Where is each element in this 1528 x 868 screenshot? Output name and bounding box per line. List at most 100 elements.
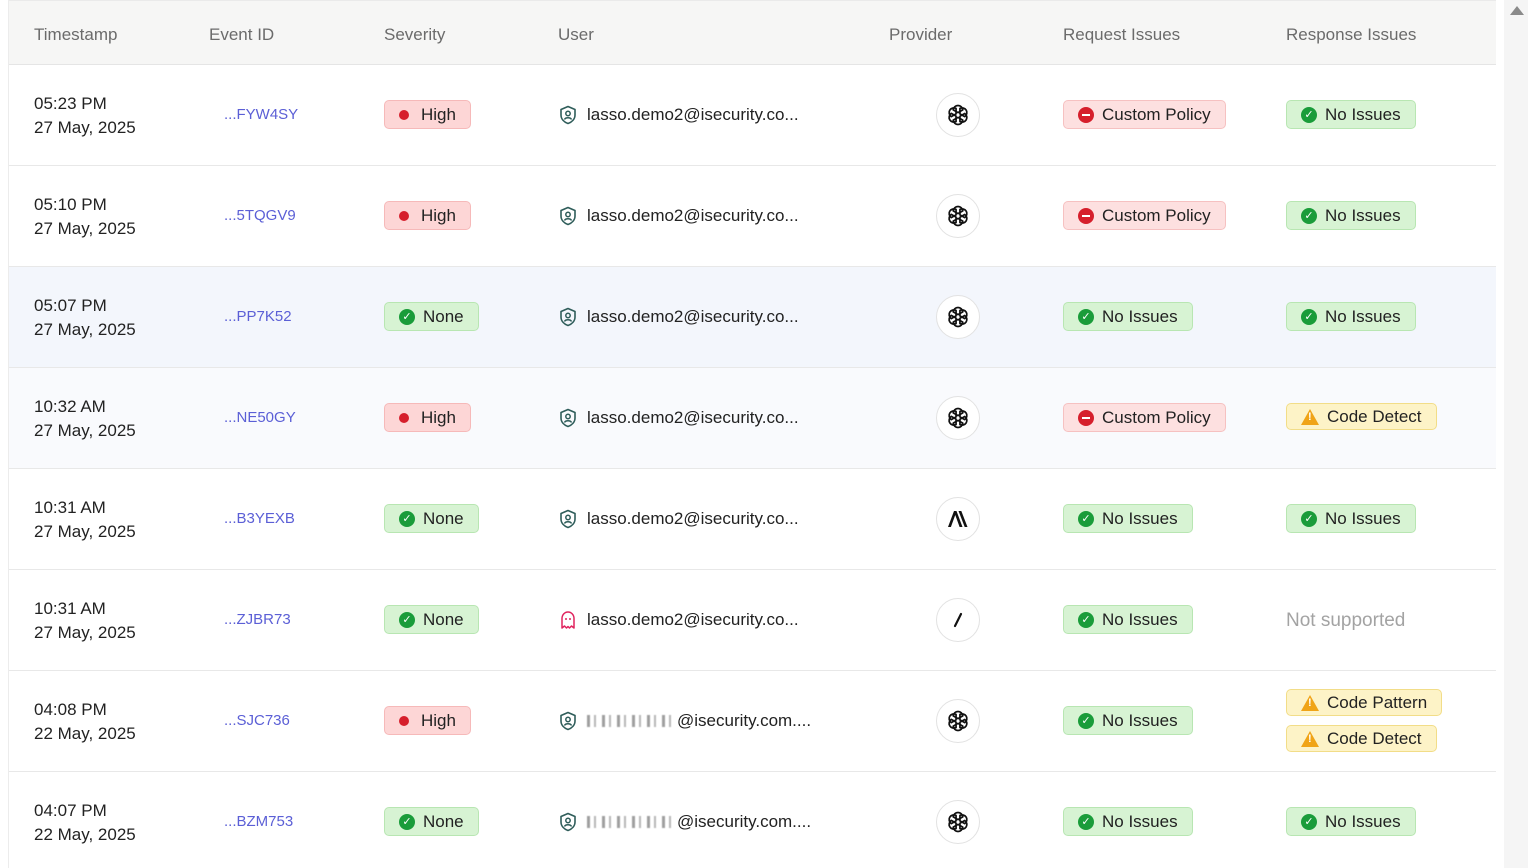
table-row[interactable]: 10:32 AM 27 May, 2025 ...NE50GY High lasso.d… — [9, 368, 1496, 469]
badge-label: Code Pattern — [1327, 692, 1428, 712]
severity-none-badge[interactable]: ✓ None — [384, 504, 479, 533]
request-issues-cell: ✓ No Issues — [1063, 706, 1193, 735]
no-issues-badge[interactable]: ✓ No Issues — [1286, 504, 1416, 533]
column-header-response-issues[interactable]: Response Issues — [1286, 25, 1416, 45]
severity-high-badge[interactable]: High — [384, 403, 471, 432]
timestamp-cell: 10:32 AM 27 May, 2025 — [34, 395, 136, 443]
badge-label: No Issues — [1102, 306, 1178, 326]
custom-policy-badge[interactable]: Custom Policy — [1063, 201, 1226, 230]
event-id-link[interactable]: ...NE50GY — [224, 409, 296, 426]
no-issues-badge[interactable]: ✓ No Issues — [1286, 100, 1416, 129]
vertical-scrollbar[interactable] — [1504, 0, 1528, 868]
column-header-severity[interactable]: Severity — [384, 25, 445, 45]
column-header-timestamp[interactable]: Timestamp — [34, 25, 117, 45]
user-email: @isecurity.com.... — [677, 812, 812, 831]
no-issues-badge[interactable]: ✓ No Issues — [1063, 504, 1193, 533]
custom-policy-badge[interactable]: Custom Policy — [1063, 100, 1226, 129]
event-date: 22 May, 2025 — [34, 724, 136, 743]
check-circle-icon: ✓ — [1078, 712, 1094, 729]
event-id-link[interactable]: ...FYW4SY — [224, 106, 298, 123]
badge-label: Custom Policy — [1102, 205, 1211, 225]
warning-icon — [1301, 694, 1319, 711]
request-issues-cell: ✓ No Issues — [1063, 807, 1193, 836]
severity-high-badge[interactable]: High — [384, 100, 471, 129]
user-cell[interactable]: lasso.demo2@isecurity.co... — [559, 206, 799, 226]
check-circle-icon: ✓ — [1078, 510, 1094, 527]
warning-icon — [1301, 408, 1319, 425]
user-cell[interactable]: lasso.demo2@isecurity.co... — [559, 610, 799, 630]
no-issues-badge[interactable]: ✓ No Issues — [1286, 302, 1416, 331]
column-header-event-id[interactable]: Event ID — [209, 25, 274, 45]
table-row[interactable]: 05:10 PM 27 May, 2025 ...5TQGV9 High lasso.d… — [9, 166, 1496, 267]
event-date: 27 May, 2025 — [34, 118, 136, 137]
event-id-link[interactable]: ...5TQGV9 — [224, 207, 296, 224]
severity-high-badge[interactable]: High — [384, 706, 471, 735]
code-detect-badge[interactable]: Code Detect — [1286, 403, 1437, 430]
event-time: 04:07 PM — [34, 801, 107, 820]
scroll-up-arrow-icon[interactable] — [1510, 6, 1524, 15]
request-issues-cell: Custom Policy — [1063, 403, 1226, 432]
column-header-user[interactable]: User — [558, 25, 594, 45]
shield-user-icon — [559, 711, 577, 731]
table-row[interactable]: 05:23 PM 27 May, 2025 ...FYW4SY High lasso.d… — [9, 65, 1496, 166]
code-detect-badge[interactable]: Code Detect — [1286, 725, 1437, 752]
severity-cell: ✓ None — [384, 605, 479, 634]
custom-policy-badge[interactable]: Custom Policy — [1063, 403, 1226, 432]
event-time: 04:08 PM — [34, 700, 107, 719]
red-dot-icon — [399, 715, 409, 726]
timestamp-cell: 10:31 AM 27 May, 2025 — [34, 597, 136, 645]
severity-cell: ✓ None — [384, 504, 479, 533]
event-id-link[interactable]: ...BZM753 — [224, 813, 293, 830]
check-circle-icon: ✓ — [1301, 510, 1317, 527]
openai-icon — [936, 295, 980, 339]
severity-high-badge[interactable]: High — [384, 201, 471, 230]
request-issues-cell: ✓ No Issues — [1063, 605, 1193, 634]
table-row[interactable]: 10:31 AM 27 May, 2025 ...B3YEXB ✓ None lasso.… — [9, 469, 1496, 570]
user-cell[interactable]: lasso.demo2@isecurity.co... — [559, 307, 799, 327]
response-issues-cell: ✓ No Issues — [1286, 807, 1416, 836]
response-issues-cell: ✓ No Issues — [1286, 201, 1416, 230]
table-row[interactable]: 10:31 AM 27 May, 2025 ...ZJBR73 ✓ None lasso.… — [9, 570, 1496, 671]
badge-label: No Issues — [1102, 508, 1178, 528]
badge-label: No Issues — [1325, 205, 1401, 225]
user-cell[interactable]: lasso.demo2@isecurity.co... — [559, 408, 799, 428]
user-cell[interactable]: @isecurity.com.... — [559, 711, 811, 731]
severity-cell: High — [384, 201, 471, 230]
event-id-link[interactable]: ...SJC736 — [224, 712, 290, 729]
column-header-provider[interactable]: Provider — [889, 25, 952, 45]
red-dot-icon — [399, 210, 409, 221]
table-row[interactable]: 05:07 PM 27 May, 2025 ...PP7K52 ✓ None lasso.… — [9, 267, 1496, 368]
no-issues-badge[interactable]: ✓ No Issues — [1286, 807, 1416, 836]
no-issues-badge[interactable]: ✓ No Issues — [1063, 807, 1193, 836]
event-date: 27 May, 2025 — [34, 623, 136, 642]
no-issues-badge[interactable]: ✓ No Issues — [1286, 201, 1416, 230]
no-issues-badge[interactable]: ✓ No Issues — [1063, 706, 1193, 735]
code-pattern-badge[interactable]: Code Pattern — [1286, 689, 1443, 716]
request-issues-cell: ✓ No Issues — [1063, 302, 1193, 331]
severity-none-badge[interactable]: ✓ None — [384, 302, 479, 331]
event-date: 27 May, 2025 — [34, 421, 136, 440]
user-cell[interactable]: @isecurity.com.... — [559, 812, 811, 832]
response-not-supported: Not supported — [1286, 610, 1406, 631]
shield-user-icon — [559, 509, 577, 529]
severity-cell: High — [384, 706, 471, 735]
user-cell[interactable]: lasso.demo2@isecurity.co... — [559, 509, 799, 529]
severity-none-badge[interactable]: ✓ None — [384, 605, 479, 634]
column-header-request-issues[interactable]: Request Issues — [1063, 25, 1180, 45]
event-id-link[interactable]: ...PP7K52 — [224, 308, 292, 325]
no-issues-badge[interactable]: ✓ No Issues — [1063, 302, 1193, 331]
table-row[interactable]: 04:08 PM 22 May, 2025 ...SJC736 High @isecur… — [9, 671, 1496, 772]
event-time: 05:10 PM — [34, 195, 107, 214]
warning-icon — [1301, 730, 1319, 747]
shield-user-icon — [559, 812, 577, 832]
slash-provider-icon — [936, 598, 980, 642]
event-id-link[interactable]: ...ZJBR73 — [224, 611, 291, 628]
no-issues-badge[interactable]: ✓ No Issues — [1063, 605, 1193, 634]
badge-label: No Issues — [1325, 508, 1401, 528]
event-id-link[interactable]: ...B3YEXB — [224, 510, 295, 527]
severity-none-badge[interactable]: ✓ None — [384, 807, 479, 836]
table-row[interactable]: 04:07 PM 22 May, 2025 ...BZM753 ✓ None @isecu… — [9, 772, 1496, 868]
severity-cell: ✓ None — [384, 302, 479, 331]
user-cell[interactable]: lasso.demo2@isecurity.co... — [559, 105, 799, 125]
badge-label: No Issues — [1102, 811, 1178, 831]
